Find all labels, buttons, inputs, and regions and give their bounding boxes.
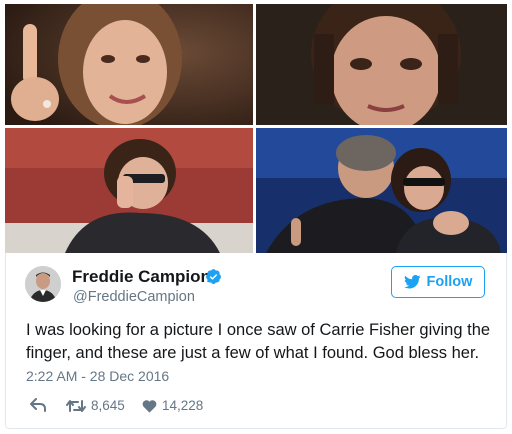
retweet-count: 8,645 [91,398,125,413]
photo-bottom-left[interactable] [5,128,253,253]
retweet-button[interactable]: 8,645 [66,398,125,413]
tweet-card: Freddie Campion @FreddieCampion Follow I… [5,253,507,429]
photo-top-left[interactable] [5,4,253,125]
user-handle[interactable]: @FreddieCampion [73,289,195,305]
twitter-bird-icon [403,275,421,289]
like-count: 14,228 [162,398,204,413]
photo-bottom-right[interactable] [256,128,507,253]
tweet-text: I was looking for a picture I once saw o… [26,321,491,362]
reply-arrow-icon [30,398,46,412]
display-name[interactable]: Freddie Campion [72,267,211,287]
photo-top-right[interactable] [256,4,507,125]
follow-button[interactable]: Follow [391,266,485,298]
tweet-timestamp[interactable]: 2:22 AM - 28 Dec 2016 [26,368,169,384]
retweet-icon [66,399,86,412]
heart-icon [142,399,157,413]
avatar[interactable] [25,266,61,302]
reply-button[interactable] [30,398,46,412]
verified-badge-icon [206,269,221,284]
follow-label: Follow [426,274,473,290]
photo-grid [5,4,507,253]
like-button[interactable]: 14,228 [142,398,203,413]
